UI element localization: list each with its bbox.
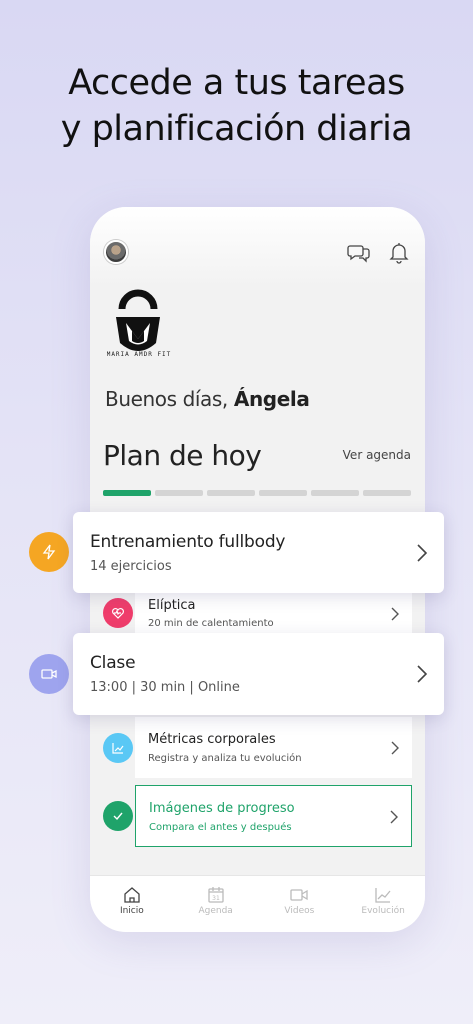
headline-line-1: Accede a tus tareas xyxy=(68,63,405,103)
tab-label: Evolución xyxy=(361,906,405,916)
tab-label: Videos xyxy=(284,906,315,916)
check-icon xyxy=(103,801,133,831)
calendar-icon: 31 xyxy=(207,887,224,903)
chart-icon xyxy=(103,733,133,763)
card-title: Entrenamiento fullbody xyxy=(90,532,286,552)
tab-label: Inicio xyxy=(119,906,144,916)
calendar-day: 31 xyxy=(212,895,220,902)
progress-segment xyxy=(103,490,151,496)
progress-segment xyxy=(363,490,411,496)
task-row-eliptica[interactable]: Elíptica 20 min de calentamiento xyxy=(135,592,412,634)
lightning-icon xyxy=(29,532,69,572)
greeting: Buenos días, Ángela xyxy=(105,387,310,411)
task-title: Elíptica xyxy=(148,598,196,613)
card-subtitle: 14 ejercicios xyxy=(90,559,172,574)
task-subtitle: Compara el antes y después xyxy=(149,822,292,833)
tab-inicio[interactable]: Inicio xyxy=(90,876,174,932)
task-card-clase[interactable]: Clase 13:00 | 30 min | Online xyxy=(73,633,444,715)
progress-segment xyxy=(207,490,255,496)
greeting-name: Ángela xyxy=(233,387,310,411)
chevron-right-icon xyxy=(391,607,399,621)
avatar[interactable] xyxy=(104,240,128,264)
card-title: Clase xyxy=(90,653,136,673)
headline-line-2: y planificación diaria xyxy=(60,109,413,149)
chat-icon[interactable] xyxy=(347,240,371,264)
chevron-right-icon xyxy=(417,544,428,562)
task-title: Métricas corporales xyxy=(148,732,276,747)
plan-title: Plan de hoy xyxy=(103,439,262,472)
daily-progress-bar xyxy=(103,490,411,496)
task-subtitle: Registra y analiza tu evolución xyxy=(148,753,302,764)
task-title: Imágenes de progreso xyxy=(149,801,295,816)
task-subtitle: 20 min de calentamiento xyxy=(148,618,274,629)
greeting-prefix: Buenos días, xyxy=(105,387,228,411)
task-card-entrenamiento[interactable]: Entrenamiento fullbody 14 ejercicios xyxy=(73,512,444,593)
card-subtitle: 13:00 | 30 min | Online xyxy=(90,680,240,695)
bottom-tab-bar: Inicio 31 Agenda Videos Evolución xyxy=(90,875,425,932)
tab-evolucion[interactable]: Evolución xyxy=(341,876,425,932)
home-icon xyxy=(124,887,140,903)
tab-agenda[interactable]: 31 Agenda xyxy=(174,876,258,932)
progress-segment xyxy=(155,490,203,496)
video-icon xyxy=(290,889,309,901)
phone-header xyxy=(90,207,425,287)
task-row-imagenes[interactable]: Imágenes de progreso Compara el antes y … xyxy=(135,785,412,847)
chevron-right-icon xyxy=(417,665,428,683)
ver-agenda-link[interactable]: Ver agenda xyxy=(343,448,411,462)
tab-videos[interactable]: Videos xyxy=(258,876,342,932)
bell-icon[interactable] xyxy=(387,240,411,264)
chevron-right-icon xyxy=(391,741,399,755)
tab-label: Agenda xyxy=(198,906,233,916)
chevron-right-icon xyxy=(390,810,398,824)
progress-segment xyxy=(259,490,307,496)
progress-segment xyxy=(311,490,359,496)
video-camera-icon xyxy=(29,654,69,694)
task-row-metricas[interactable]: Métricas corporales Registra y analiza t… xyxy=(135,717,412,778)
headline: Accede a tus tareas y planificación diar… xyxy=(0,60,473,152)
trend-icon xyxy=(375,888,391,903)
brand-logo-text: MARIA AMDR FIT xyxy=(106,351,172,358)
heart-icon xyxy=(103,598,133,628)
